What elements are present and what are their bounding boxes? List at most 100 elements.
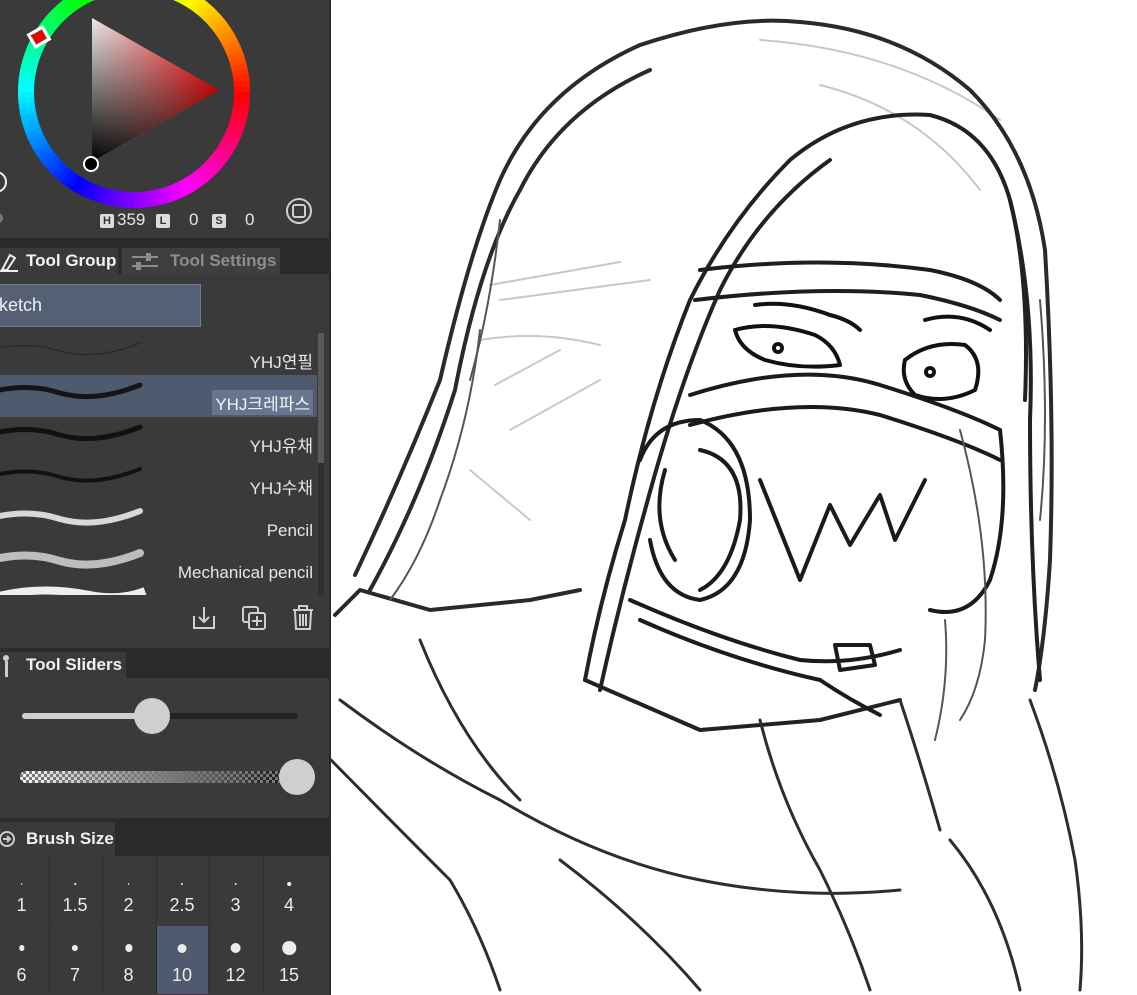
brush-size-grid[interactable]: 1 1.5 2 2.5 3 4 6 7 8 10 12 15 [0, 856, 320, 995]
brush-item[interactable]: YHJ유채 [0, 417, 317, 459]
lightness-value: 0 [189, 210, 199, 229]
brush-size-label: 8 [123, 965, 134, 985]
color-point-selector[interactable] [83, 156, 99, 172]
color-swap-icon[interactable] [0, 171, 7, 193]
brush-size-dot [287, 882, 291, 886]
download-icon[interactable] [190, 604, 218, 632]
brush-size-label: 6 [16, 965, 27, 985]
brush-size-option[interactable]: 8 [102, 926, 154, 994]
brush-size-dot [177, 943, 187, 953]
brush-size-label: 1.5 [62, 895, 88, 915]
brush-item-label: YHJ유채 [249, 437, 313, 456]
brush-size-icon [0, 831, 15, 847]
tab-tool-group-label: Tool Group [26, 251, 117, 270]
brush-size-dot [234, 882, 237, 886]
hue-value: 359 [117, 210, 146, 229]
brush-size-label: 2 [123, 895, 134, 915]
brush-size-header: Brush Size [0, 818, 329, 856]
brush-size-title: Brush Size [26, 829, 114, 848]
color-wheel[interactable] [0, 0, 329, 238]
brush-size-option[interactable]: 7 [48, 926, 101, 994]
brush-size-label: 10 [171, 965, 193, 985]
tab-tool-settings[interactable]: Tool Settings [122, 248, 280, 274]
tool-sliders-title: Tool Sliders [26, 655, 123, 674]
duplicate-icon[interactable] [240, 604, 268, 632]
brush-size-option[interactable]: 2.5 [155, 856, 208, 924]
tool-group-selector[interactable]: ketch [0, 284, 201, 327]
slider-pin-icon [3, 655, 9, 677]
brush-item[interactable]: Mechanical pencil [0, 543, 317, 585]
brush-item[interactable]: Pencil [0, 501, 317, 543]
brush-size-dot [180, 882, 184, 886]
sliders-icon [132, 253, 158, 270]
brush-size-slider-knob[interactable] [133, 698, 170, 734]
brush-item-partial[interactable] [0, 585, 317, 595]
brush-opacity-slider-knob[interactable] [279, 759, 315, 795]
saturation-readout: S0 [212, 209, 254, 231]
brush-size-option[interactable]: 4 [262, 856, 315, 924]
brush-list-scrollbar[interactable] [318, 333, 324, 595]
scrollbar-thumb[interactable] [318, 333, 324, 463]
brush-size-tab[interactable]: Brush Size [0, 822, 115, 856]
tab-tool-settings-label: Tool Settings [170, 251, 277, 270]
brush-stroke-preview [0, 467, 142, 483]
brush-size-dot [74, 883, 76, 885]
tool-group-selector-label: ketch [0, 295, 43, 315]
brush-size-label: 2.5 [169, 895, 195, 915]
brush-item-label: YHJ연필 [249, 353, 313, 372]
brush-opacity-slider[interactable] [20, 771, 300, 783]
saturation-tag: S [212, 214, 226, 228]
brush-size-dot [230, 942, 241, 954]
sketch-artwork [331, 18, 1084, 992]
brush-size-label: 15 [278, 965, 300, 985]
tool-sliders-tab[interactable]: Tool Sliders [0, 652, 126, 678]
brush-size-option[interactable]: 1 [0, 856, 47, 924]
brush-item[interactable]: YHJ수채 [0, 459, 317, 501]
brush-list[interactable]: YHJ연필 YHJ크레파스 YHJ유채 YHJ수채 Pencil Mechanical p… [0, 333, 317, 595]
brush-size-dot [282, 941, 296, 955]
color-mode-icon[interactable] [286, 198, 312, 224]
brush-stroke-preview [0, 586, 147, 595]
brush-stroke-preview [0, 382, 143, 400]
tool-group-icon [0, 253, 18, 272]
brush-size-option[interactable]: 2 [102, 856, 154, 924]
brush-size-dot [127, 883, 130, 885]
brush-stroke-preview [0, 424, 143, 442]
brush-item-label: YHJ수채 [249, 479, 313, 498]
hue-tag: H [100, 214, 114, 228]
lightness-tag: L [156, 214, 170, 228]
saturation-value: 0 [245, 210, 255, 229]
hue-readout: H 359 [100, 209, 145, 231]
brush-size-dot [18, 945, 25, 951]
brush-item-label: Mechanical pencil [177, 563, 313, 582]
brush-size-label: 1 [16, 895, 27, 915]
tool-sliders-header: Tool Sliders [0, 648, 329, 678]
brush-item-label: YHJ크레파스 [212, 390, 313, 415]
brush-size-option[interactable]: 12 [209, 926, 261, 994]
palette-tab-bar: Tool Group Tool Settings [0, 238, 329, 274]
brush-item[interactable]: YHJ크레파스 [0, 375, 317, 417]
brush-size-label: 4 [283, 895, 294, 915]
drawing-canvas[interactable] [331, 0, 1137, 995]
brush-size-dot [124, 944, 133, 952]
brush-item-label: Pencil [266, 521, 313, 540]
brush-stroke-preview [0, 508, 143, 526]
brush-size-label: 12 [225, 965, 246, 985]
brush-size-label: 7 [69, 965, 80, 985]
brush-size-dot [20, 883, 23, 885]
lightness-readout: L0 [156, 209, 198, 231]
brush-size-dot [71, 944, 79, 952]
brush-size-label: 3 [230, 895, 241, 915]
tab-tool-group[interactable]: Tool Group [0, 248, 118, 274]
brush-stroke-preview [0, 342, 141, 356]
sv-triangle[interactable] [92, 18, 219, 162]
brush-item[interactable]: YHJ연필 [0, 333, 317, 375]
brush-stroke-preview [0, 549, 144, 569]
brush-size-option[interactable]: 1.5 [48, 856, 101, 924]
brush-size-option[interactable]: 10 [155, 926, 208, 994]
brush-size-option[interactable]: 15 [262, 926, 315, 994]
brush-size-option[interactable]: 3 [209, 856, 261, 924]
brush-size-slider-fill [22, 713, 152, 719]
trash-icon[interactable] [289, 604, 317, 632]
brush-size-option[interactable]: 6 [0, 926, 47, 994]
